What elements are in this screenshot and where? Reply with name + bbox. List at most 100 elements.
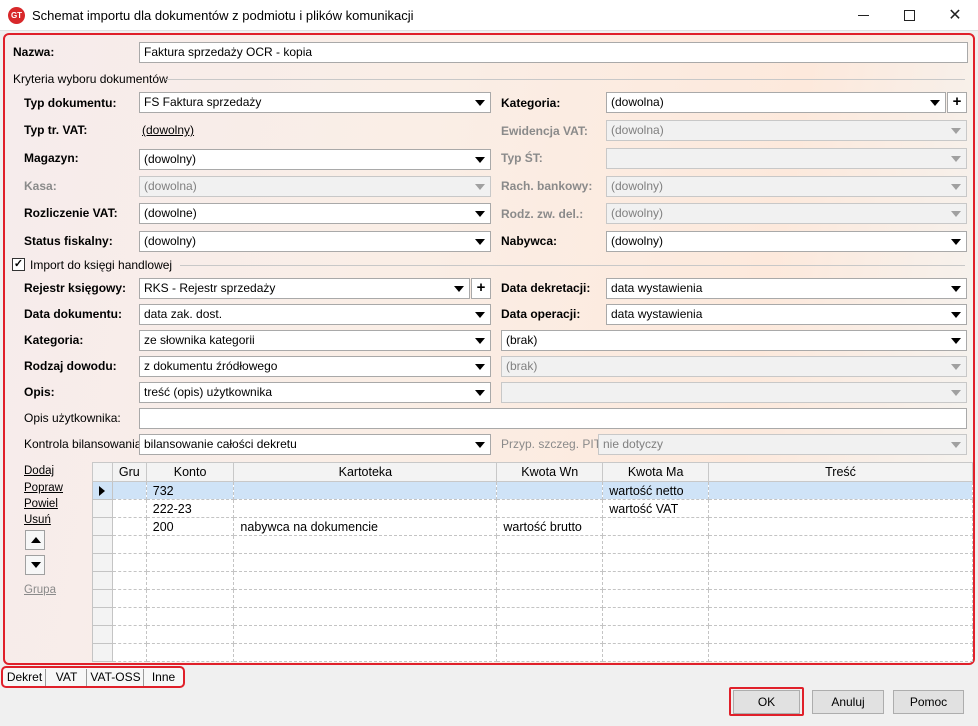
cell-tresc[interactable] bbox=[708, 481, 973, 500]
table-row[interactable]: 200 nabywca na dokumencie wartość brutto bbox=[92, 517, 973, 536]
table-row[interactable] bbox=[92, 571, 973, 590]
cell-konto[interactable]: 222-23 bbox=[145, 499, 235, 518]
cell-konto[interactable] bbox=[145, 607, 235, 626]
cell-kwota-wn[interactable] bbox=[496, 481, 604, 500]
cell-kwota-ma[interactable] bbox=[602, 571, 710, 590]
cell-kwota-ma[interactable] bbox=[602, 625, 710, 644]
cell-kwota-wn[interactable] bbox=[496, 643, 604, 662]
cell-tresc[interactable] bbox=[708, 535, 973, 554]
cell-tresc[interactable] bbox=[708, 553, 973, 572]
rejestr-add-button[interactable]: + bbox=[471, 278, 491, 299]
tab-vat-oss[interactable]: VAT-OSS bbox=[88, 669, 144, 686]
import-checkbox[interactable]: ✓ bbox=[12, 258, 25, 271]
cell-kartoteka[interactable] bbox=[233, 481, 498, 500]
cell-gru[interactable] bbox=[111, 481, 147, 500]
cell-tresc[interactable] bbox=[708, 589, 973, 608]
rejestr-select[interactable]: RKS - Rejestr sprzedaży bbox=[139, 278, 470, 299]
move-down-button[interactable] bbox=[25, 555, 45, 575]
maximize-button[interactable] bbox=[886, 0, 932, 31]
status-fiskalny-select[interactable]: (dowolny) bbox=[139, 231, 491, 252]
table-row[interactable] bbox=[92, 607, 973, 626]
dodaj-link[interactable]: Dodaj bbox=[24, 465, 54, 477]
cell-kartoteka[interactable] bbox=[233, 499, 498, 518]
cell-tresc[interactable] bbox=[708, 571, 973, 590]
column-header-kwota-ma[interactable]: Kwota Ma bbox=[602, 462, 710, 482]
kontrola-bilansowania-select[interactable]: bilansowanie całości dekretu bbox=[139, 434, 491, 455]
column-header-kartoteka[interactable]: Kartoteka bbox=[233, 462, 498, 482]
cell-tresc[interactable] bbox=[708, 625, 973, 644]
data-operacji-select[interactable]: data wystawienia bbox=[606, 304, 967, 325]
anuluj-button[interactable]: Anuluj bbox=[812, 690, 884, 714]
cell-konto[interactable] bbox=[145, 553, 235, 572]
opis-select[interactable]: treść (opis) użytkownika bbox=[139, 382, 491, 403]
cell-kartoteka[interactable] bbox=[233, 607, 498, 626]
rodzaj-dowodu-detail-select[interactable]: (brak) bbox=[501, 356, 967, 377]
cell-kartoteka[interactable] bbox=[233, 625, 498, 644]
tab-vat[interactable]: VAT bbox=[47, 669, 87, 686]
cell-kwota-wn[interactable] bbox=[496, 589, 604, 608]
cell-gru[interactable] bbox=[111, 499, 147, 518]
close-button[interactable]: ✕ bbox=[932, 0, 978, 31]
pomoc-button[interactable]: Pomoc bbox=[893, 690, 964, 714]
cell-gru[interactable] bbox=[111, 589, 147, 608]
powiel-link[interactable]: Powiel bbox=[24, 498, 58, 510]
table-row[interactable] bbox=[92, 535, 973, 554]
cell-konto[interactable] bbox=[145, 589, 235, 608]
kategoria-add-button[interactable]: + bbox=[947, 92, 967, 113]
table-row[interactable]: 732 wartość netto bbox=[92, 481, 973, 500]
move-up-button[interactable] bbox=[25, 530, 45, 550]
column-header-konto[interactable]: Konto bbox=[145, 462, 235, 482]
cell-kwota-ma[interactable] bbox=[602, 589, 710, 608]
typ-st-select[interactable] bbox=[606, 148, 967, 169]
cell-kwota-ma[interactable] bbox=[602, 607, 710, 626]
cell-gru[interactable] bbox=[111, 643, 147, 662]
tab-inne[interactable]: Inne bbox=[145, 669, 182, 686]
cell-gru[interactable] bbox=[111, 553, 147, 572]
grupa-link[interactable]: Grupa bbox=[24, 584, 56, 596]
cell-kwota-wn[interactable] bbox=[496, 535, 604, 554]
column-header-kwota-wn[interactable]: Kwota Wn bbox=[496, 462, 604, 482]
cell-tresc[interactable] bbox=[708, 517, 973, 536]
kategoria-dekretu-detail-select[interactable]: (brak) bbox=[501, 330, 967, 351]
opis-detail-select[interactable] bbox=[501, 382, 967, 403]
table-row[interactable] bbox=[92, 625, 973, 644]
magazyn-select[interactable]: (dowolny) bbox=[139, 149, 491, 170]
cell-kwota-ma[interactable]: wartość netto bbox=[602, 481, 710, 500]
usun-link[interactable]: Usuń bbox=[24, 514, 51, 526]
cell-konto[interactable] bbox=[145, 625, 235, 644]
typ-dokumentu-select[interactable]: FS Faktura sprzedaży bbox=[139, 92, 491, 113]
cell-konto[interactable]: 200 bbox=[145, 517, 235, 536]
cell-kwota-ma[interactable]: wartość VAT bbox=[602, 499, 710, 518]
kategoria-dekretu-select[interactable]: ze słownika kategorii bbox=[139, 330, 491, 351]
tab-dekret[interactable]: Dekret bbox=[4, 669, 46, 686]
cell-konto[interactable] bbox=[145, 535, 235, 554]
cell-kartoteka[interactable] bbox=[233, 643, 498, 662]
przyp-pit-select[interactable]: nie dotyczy bbox=[598, 434, 967, 455]
cell-gru[interactable] bbox=[111, 571, 147, 590]
cell-tresc[interactable] bbox=[708, 607, 973, 626]
cell-gru[interactable] bbox=[111, 607, 147, 626]
rodz-zw-del-select[interactable]: (dowolny) bbox=[606, 203, 967, 224]
cell-kwota-ma[interactable] bbox=[602, 643, 710, 662]
cell-kartoteka[interactable] bbox=[233, 535, 498, 554]
cell-konto[interactable] bbox=[145, 643, 235, 662]
rozliczenie-vat-select[interactable]: (dowolne) bbox=[139, 203, 491, 224]
table-row[interactable]: 222-23 wartość VAT bbox=[92, 499, 973, 518]
cell-kwota-ma[interactable] bbox=[602, 517, 710, 536]
cell-konto[interactable]: 732 bbox=[145, 481, 235, 500]
cell-kwota-ma[interactable] bbox=[602, 553, 710, 572]
cell-tresc[interactable] bbox=[708, 643, 973, 662]
cell-kartoteka[interactable] bbox=[233, 553, 498, 572]
cell-kwota-wn[interactable] bbox=[496, 553, 604, 572]
minimize-button[interactable] bbox=[840, 0, 886, 31]
cell-konto[interactable] bbox=[145, 571, 235, 590]
kategoria-select[interactable]: (dowolna) bbox=[606, 92, 946, 113]
table-row[interactable] bbox=[92, 643, 973, 662]
cell-kwota-wn[interactable] bbox=[496, 607, 604, 626]
rach-bankowy-select[interactable]: (dowolny) bbox=[606, 176, 967, 197]
data-dokumentu-select[interactable]: data zak. dost. bbox=[139, 304, 491, 325]
ok-button[interactable]: OK bbox=[733, 690, 800, 714]
rodzaj-dowodu-select[interactable]: z dokumentu źródłowego bbox=[139, 356, 491, 377]
nazwa-input[interactable]: Faktura sprzedaży OCR - kopia bbox=[139, 42, 968, 63]
table-row[interactable] bbox=[92, 553, 973, 572]
